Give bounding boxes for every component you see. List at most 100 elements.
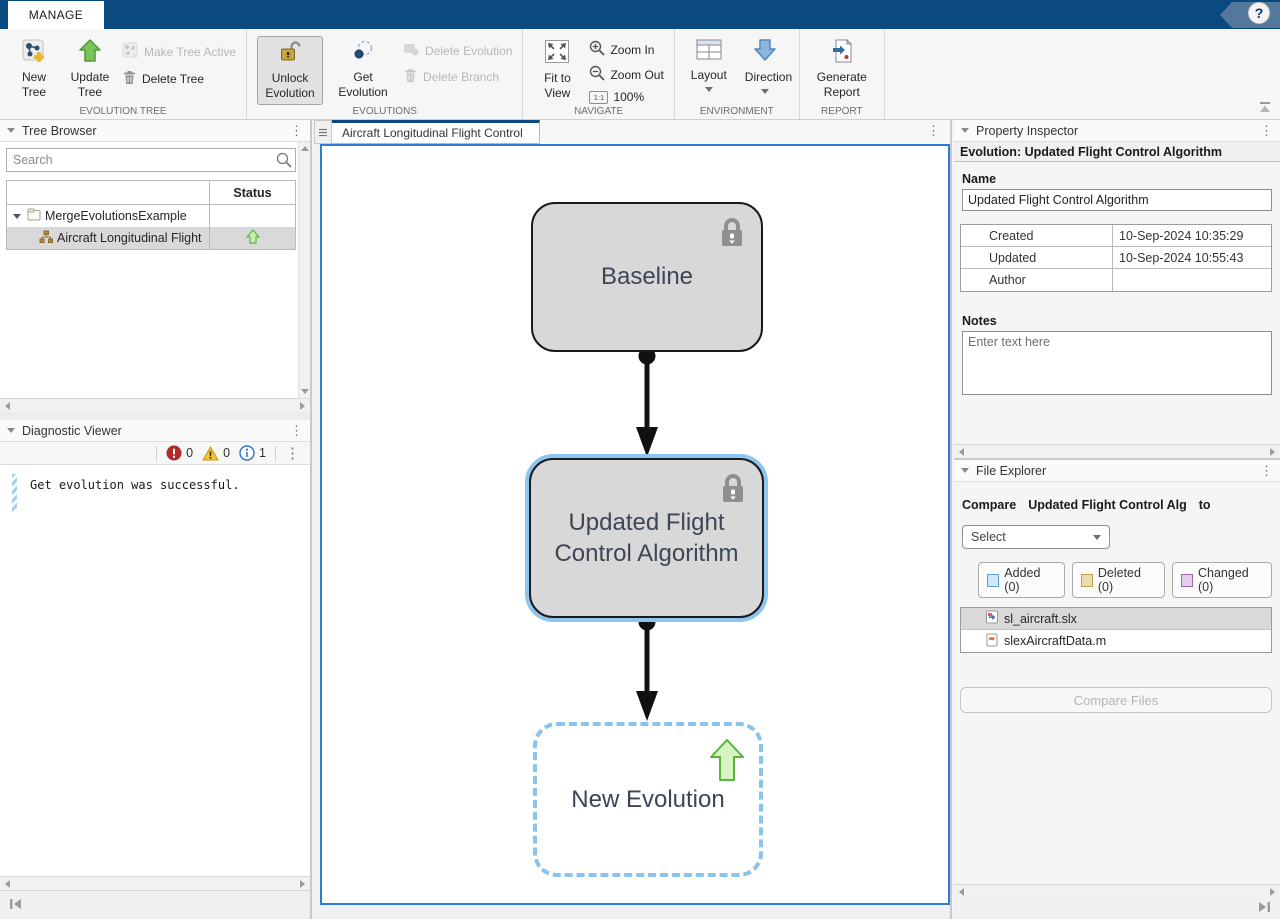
right-status-strip	[954, 898, 1280, 919]
author-value[interactable]	[1113, 269, 1271, 291]
tabbar-menu-icon[interactable]: ⋮	[927, 124, 940, 137]
error-count-badge[interactable]: 0	[166, 445, 193, 461]
tree-horizontal-scrollbar[interactable]	[0, 398, 310, 412]
simulink-model-file-icon	[985, 610, 999, 627]
fit-to-view-button[interactable]: Fit to View	[533, 36, 581, 104]
file-list: sl_aircraft.slx slexAircraftData.m	[960, 607, 1272, 653]
file-row-sl-aircraft[interactable]: sl_aircraft.slx	[961, 608, 1271, 630]
scroll-right-arrow-icon[interactable]	[1270, 888, 1275, 896]
warning-count-badge[interactable]: 0	[202, 446, 230, 461]
zoom-out-button[interactable]: Zoom Out	[589, 65, 663, 84]
new-tree-button[interactable]: New Tree	[10, 36, 58, 103]
file-explorer-menu-icon[interactable]: ⋮	[1260, 464, 1273, 477]
tree-row-evolution-tree[interactable]: Aircraft Longitudinal Flight	[7, 227, 295, 249]
collapse-panel-icon[interactable]	[7, 128, 15, 133]
diagnostic-viewer-header: Diagnostic Viewer ⋮	[0, 420, 310, 442]
scroll-up-arrow-icon[interactable]	[301, 146, 309, 151]
scroll-left-arrow-icon[interactable]	[5, 402, 10, 410]
warning-count: 0	[223, 446, 230, 460]
canvas-column: Aircraft Longitudinal Flight Control ⋮	[314, 120, 952, 919]
help-icon[interactable]: ?	[1248, 2, 1270, 24]
update-tree-button[interactable]: Update Tree	[66, 36, 114, 103]
property-inspector-horizontal-scrollbar[interactable]	[954, 444, 1280, 458]
tab-manage[interactable]: MANAGE	[8, 1, 104, 29]
search-input[interactable]	[6, 148, 296, 172]
new-message-marker	[12, 474, 17, 512]
scroll-right-arrow-icon[interactable]	[300, 880, 305, 888]
zoom-in-button[interactable]: Zoom In	[589, 40, 663, 59]
compare-target-name: Updated Flight Control Alg	[1028, 498, 1187, 512]
minimize-ribbon-icon[interactable]	[1258, 102, 1272, 116]
tree-vertical-scrollbar[interactable]	[298, 142, 310, 398]
expand-caret-icon[interactable]	[13, 214, 21, 219]
scroll-left-arrow-icon[interactable]	[959, 448, 964, 456]
scroll-right-arrow-icon[interactable]	[1270, 448, 1275, 456]
zoom-level-button[interactable]: 1:1 100%	[589, 90, 663, 104]
property-inspector-menu-icon[interactable]: ⋮	[1260, 124, 1273, 137]
collapse-right-panel-icon[interactable]	[1257, 900, 1272, 917]
collapse-panel-icon[interactable]	[961, 468, 969, 473]
tab-list-button[interactable]	[314, 120, 332, 144]
scroll-down-arrow-icon[interactable]	[301, 389, 309, 394]
tree-browser-panel: Tree Browser ⋮ Status	[0, 120, 310, 412]
toolbar-divider	[275, 446, 276, 461]
layout-button[interactable]: Layout	[685, 36, 733, 95]
info-count-badge[interactable]: 1	[239, 445, 266, 461]
status-updated-arrow-icon	[246, 229, 260, 247]
panel-splitter[interactable]	[0, 412, 310, 420]
titlebar: MANAGE ?	[0, 0, 1280, 29]
ribbon-group-label-navigate: NAVIGATE	[523, 106, 673, 117]
node-new-evolution[interactable]: New Evolution	[533, 722, 763, 877]
updated-value: 10-Sep-2024 10:55:43	[1113, 247, 1271, 268]
collapse-left-panel-icon[interactable]	[8, 897, 23, 914]
toolbar-divider	[156, 446, 157, 461]
error-count: 0	[186, 446, 193, 460]
node-updated-flight-control-algorithm[interactable]: Updated Flight Control Algorithm	[529, 458, 764, 618]
delete-tree-button[interactable]: Delete Tree	[122, 69, 236, 88]
file-row-slex-aircraft-data[interactable]: slexAircraftData.m	[961, 630, 1271, 652]
evolution-name-input[interactable]	[962, 189, 1272, 211]
generate-report-button[interactable]: Generate Report	[810, 36, 874, 103]
info-icon	[239, 445, 255, 461]
file-explorer-header: File Explorer ⋮	[954, 460, 1280, 482]
fit-to-view-icon	[544, 39, 570, 68]
layout-label: Layout	[689, 68, 729, 83]
collapse-panel-icon[interactable]	[961, 128, 969, 133]
diagnostic-toolbar-menu-icon[interactable]: ⋮	[285, 446, 300, 461]
diagnostic-viewer-title: Diagnostic Viewer	[22, 424, 283, 438]
direction-dropdown-caret-icon[interactable]	[761, 89, 769, 94]
tree-browser-menu-icon[interactable]: ⋮	[290, 124, 303, 137]
node-baseline[interactable]: Baseline	[531, 202, 763, 352]
direction-button[interactable]: Direction	[741, 36, 789, 97]
notes-textarea[interactable]	[962, 331, 1272, 395]
author-label: Author	[961, 269, 1113, 291]
tab-aircraft-longitudinal-flight-control[interactable]: Aircraft Longitudinal Flight Control	[332, 120, 540, 144]
delete-evolution-button: Delete Evolution	[403, 42, 512, 60]
tree-row-project[interactable]: MergeEvolutionsExample	[7, 205, 295, 227]
get-evolution-button[interactable]: Get Evolution	[331, 36, 395, 103]
evolution-canvas[interactable]: Baseline Updated Flight Control Algorith…	[320, 144, 950, 905]
diagnostic-message-area: Get evolution was successful.	[0, 465, 310, 876]
scroll-left-arrow-icon[interactable]	[5, 880, 10, 888]
table-row: Updated 10-Sep-2024 10:55:43	[961, 247, 1271, 269]
layout-dropdown-caret-icon[interactable]	[705, 87, 713, 92]
lock-icon[interactable]	[720, 474, 746, 512]
filter-changed-button[interactable]: Changed (0)	[1172, 562, 1272, 598]
file-explorer-horizontal-scrollbar[interactable]	[954, 884, 1280, 898]
ribbon: New Tree Update Tree Make Tree Active	[0, 29, 1280, 120]
evolution-tree-icon	[39, 230, 53, 247]
filter-deleted-button[interactable]: Deleted (0)	[1072, 562, 1165, 598]
left-horizontal-scrollbar[interactable]	[0, 876, 310, 890]
diagnostic-viewer-menu-icon[interactable]: ⋮	[290, 424, 303, 437]
left-status-strip	[0, 890, 310, 919]
unlock-evolution-button[interactable]: Unlock Evolution	[257, 36, 323, 105]
scroll-right-arrow-icon[interactable]	[300, 402, 305, 410]
new-tree-icon	[22, 39, 46, 67]
filter-added-button[interactable]: Added (0)	[978, 562, 1065, 598]
delete-branch-button: Delete Branch	[403, 67, 512, 86]
ribbon-group-environment: Layout Direction ENVIRONMENT	[675, 29, 800, 119]
scroll-left-arrow-icon[interactable]	[959, 888, 964, 896]
collapse-panel-icon[interactable]	[7, 428, 15, 433]
compare-to-select[interactable]: Select	[962, 525, 1110, 549]
lock-icon[interactable]	[719, 218, 745, 256]
